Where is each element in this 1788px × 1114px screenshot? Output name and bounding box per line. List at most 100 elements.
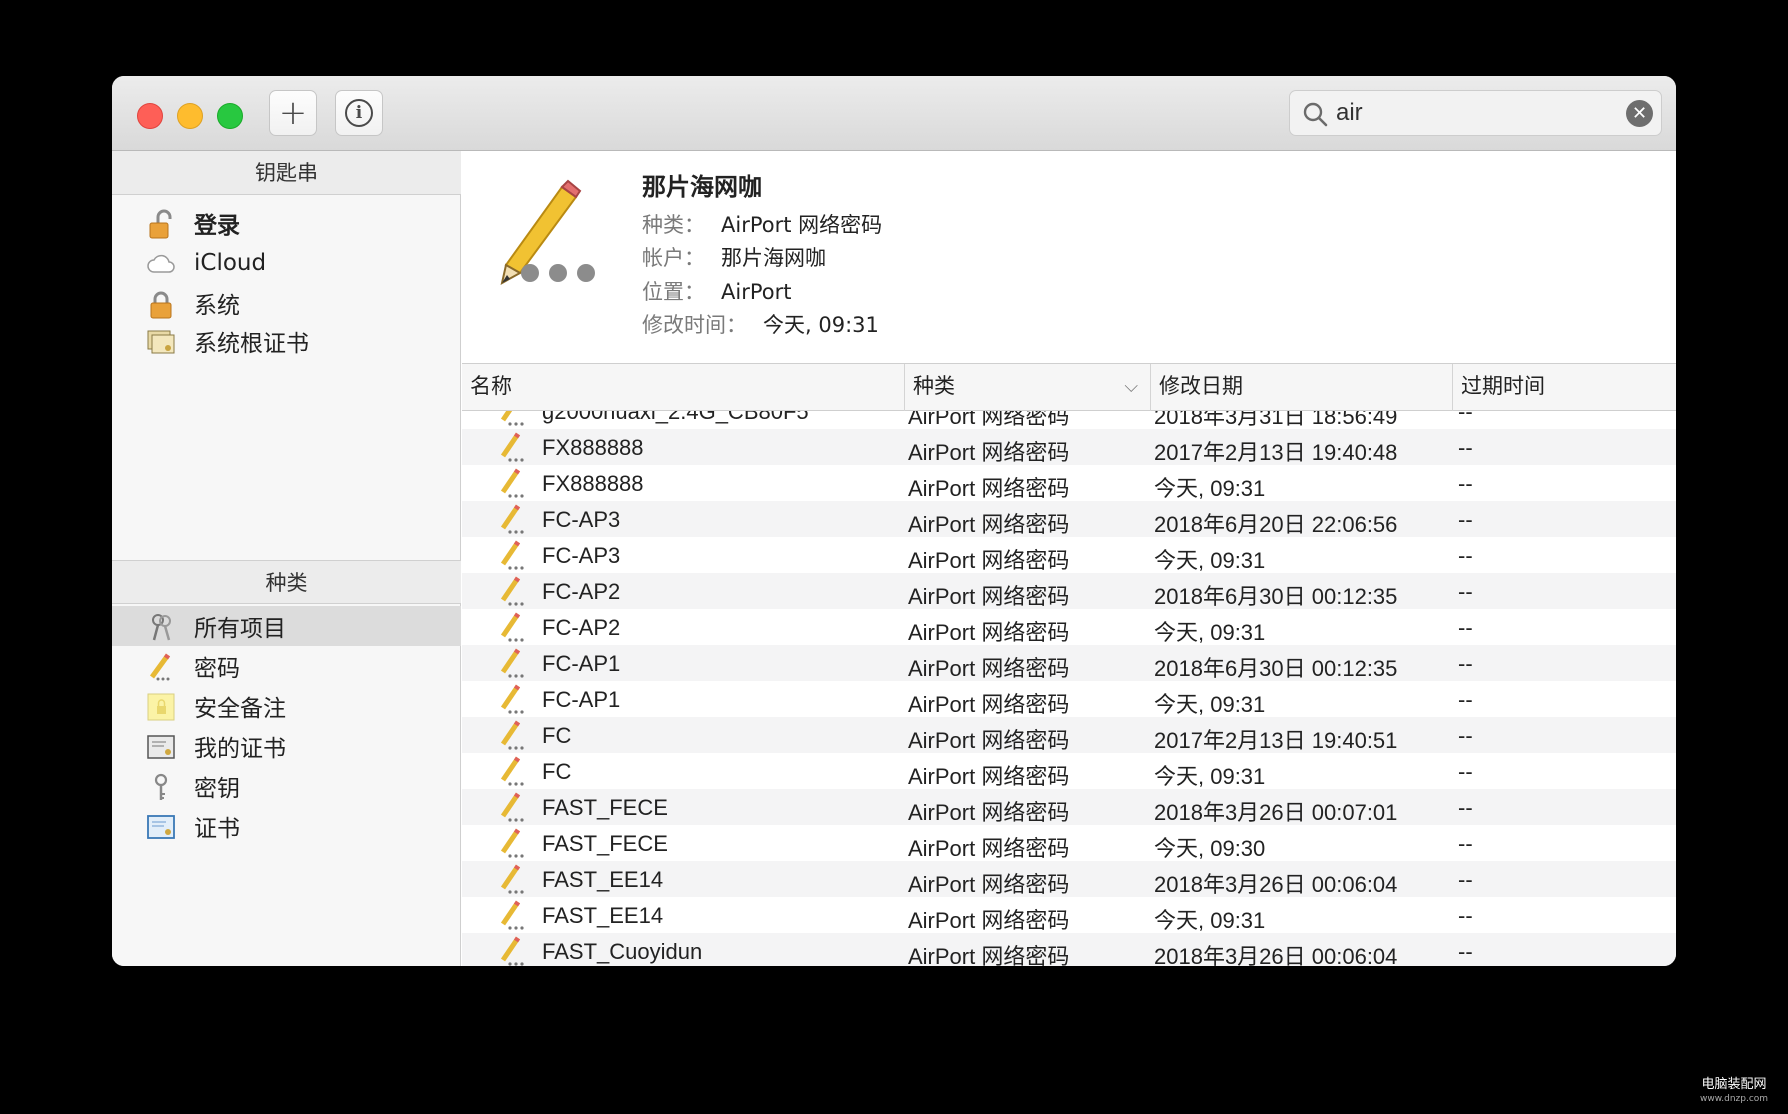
sidebar-item-label: 安全备注 xyxy=(194,696,286,722)
table-row[interactable]: FAST_EE14 AirPort 网络密码 2018年3月26日 00:06:04… xyxy=(462,861,1676,897)
table-row[interactable]: g2000huaxi_2.4G_CB80F5 AirPort 网络密码 2018年3… xyxy=(462,411,1676,429)
sidebar-item-system-roots[interactable]: 系统根证书 xyxy=(112,321,461,361)
cell-name: FC-AP1 xyxy=(542,651,621,676)
table-row[interactable]: FC-AP2 AirPort 网络密码 2018年6月30日 00:12:35 -- xyxy=(462,573,1676,609)
table-row[interactable]: FAST_FECE AirPort 网络密码 2018年3月26日 00:07:01… xyxy=(462,789,1676,825)
sidebar-item-my-certificates[interactable]: 我的证书 xyxy=(112,726,461,766)
password-pencil-icon xyxy=(500,684,524,714)
table-row[interactable]: FAST_EE14 AirPort 网络密码 今天, 09:31 -- xyxy=(462,897,1676,933)
sidebar-item-icloud[interactable]: iCloud xyxy=(112,243,461,283)
sidebar-item-passwords[interactable]: 密码 xyxy=(112,646,461,686)
column-header-kind-label: 种类 xyxy=(913,374,955,398)
cell-kind: AirPort 网络密码 xyxy=(908,764,1070,789)
search-icon xyxy=(1303,102,1328,127)
cell-expires: -- xyxy=(1458,903,1473,928)
sidebar-item-certificates[interactable]: 证书 xyxy=(112,806,461,846)
cell-name: FAST_EE14 xyxy=(542,903,664,928)
table-header: 名称 种类 ⌵ 修改日期 过期时间 xyxy=(462,364,1676,411)
detail-modified-row: 修改时间： 今天, 09:31 xyxy=(642,309,879,339)
sidebar-item-keys[interactable]: 密钥 xyxy=(112,766,461,806)
cell-name: FC-AP3 xyxy=(542,543,621,568)
get-info-button[interactable]: i xyxy=(335,90,383,136)
cell-name: FC xyxy=(542,759,572,784)
detail-modified-key: 修改时间： xyxy=(642,313,747,337)
table-row[interactable]: FX888888 AirPort 网络密码 2017年2月13日 19:40:48 -… xyxy=(462,429,1676,465)
table-row[interactable]: FAST_Cuoyidun AirPort 网络密码 2018年3月26日 00:0… xyxy=(462,933,1676,966)
table-row[interactable]: FC-AP1 AirPort 网络密码 2018年6月30日 00:12:35 -- xyxy=(462,645,1676,681)
sidebar-item-secure-notes[interactable]: 安全备注 xyxy=(112,686,461,726)
zoom-window-button[interactable] xyxy=(217,103,243,129)
cell-kind: AirPort 网络密码 xyxy=(908,800,1070,825)
password-pencil-icon xyxy=(149,653,171,681)
sidebar-item-login[interactable]: 登录 xyxy=(112,203,461,243)
table-row[interactable]: FC-AP3 AirPort 网络密码 今天, 09:31 -- xyxy=(462,537,1676,573)
cell-kind: AirPort 网络密码 xyxy=(908,872,1070,897)
cell-name: FAST_EE14 xyxy=(542,867,664,892)
column-header-name[interactable]: 名称 xyxy=(462,364,904,411)
cell-kind: AirPort 网络密码 xyxy=(908,512,1070,537)
cell-expires: -- xyxy=(1458,507,1473,532)
password-pencil-icon xyxy=(500,828,524,858)
password-pencil-icon xyxy=(500,612,524,642)
cell-name: FC-AP1 xyxy=(542,687,621,712)
secure-note-icon xyxy=(147,693,175,721)
close-window-button[interactable] xyxy=(137,103,163,129)
table-row[interactable]: FC-AP1 AirPort 网络密码 今天, 09:31 -- xyxy=(462,681,1676,717)
search-field[interactable]: ✕ xyxy=(1289,90,1662,136)
cell-expires: -- xyxy=(1458,615,1473,640)
cell-name: FAST_FECE xyxy=(542,831,668,856)
cell-kind: AirPort 网络密码 xyxy=(908,944,1070,966)
add-item-button[interactable]: + xyxy=(269,90,317,136)
cell-expires: -- xyxy=(1458,831,1473,856)
watermark: 电脑装配网 www.dnzp.com xyxy=(1700,1078,1768,1106)
cell-expires: -- xyxy=(1458,687,1473,712)
cell-name: FC xyxy=(542,723,572,748)
column-header-expires[interactable]: 过期时间 xyxy=(1452,364,1676,411)
plus-icon: + xyxy=(278,93,308,133)
category-header: 种类 xyxy=(112,560,461,604)
sidebar-item-all-items[interactable]: 所有项目 xyxy=(112,606,461,646)
cell-kind: AirPort 网络密码 xyxy=(908,656,1070,681)
column-header-date-modified[interactable]: 修改日期 xyxy=(1150,364,1452,411)
items-table: 名称 种类 ⌵ 修改日期 过期时间 g2000huaxi_2.4G_CB80F5 A… xyxy=(462,363,1676,966)
table-row[interactable]: FC AirPort 网络密码 今天, 09:31 -- xyxy=(462,753,1676,789)
cell-expires: -- xyxy=(1458,759,1473,784)
cell-name: FAST_Cuoyidun xyxy=(542,939,703,964)
password-pencil-icon xyxy=(500,411,524,426)
cell-kind: AirPort 网络密码 xyxy=(908,692,1070,717)
detail-kind-value: AirPort 网络密码 xyxy=(721,213,883,237)
table-row[interactable]: FC-AP2 AirPort 网络密码 今天, 09:31 -- xyxy=(462,609,1676,645)
table-row[interactable]: FX888888 AirPort 网络密码 今天, 09:31 -- xyxy=(462,465,1676,501)
cell-date-modified: 今天, 09:31 xyxy=(1154,548,1266,573)
cell-name: FX888888 xyxy=(542,435,644,460)
detail-where-key: 位置： xyxy=(642,280,705,304)
table-row[interactable]: FC AirPort 网络密码 2017年2月13日 19:40:51 -- xyxy=(462,717,1676,753)
sidebar-item-system[interactable]: 系统 xyxy=(112,283,461,323)
cell-name: g2000huaxi_2.4G_CB80F5 xyxy=(542,411,809,424)
detail-account-row: 帐户： 那片海网咖 xyxy=(642,242,826,272)
cell-expires: -- xyxy=(1458,411,1473,424)
search-input[interactable] xyxy=(1336,96,1616,130)
clear-search-icon[interactable]: ✕ xyxy=(1626,100,1653,127)
cell-kind: AirPort 网络密码 xyxy=(908,411,1070,429)
cell-kind: AirPort 网络密码 xyxy=(908,908,1070,933)
cell-date-modified: 今天, 09:31 xyxy=(1154,476,1266,501)
table-row[interactable]: FC-AP3 AirPort 网络密码 2018年6月20日 22:06:56 -- xyxy=(462,501,1676,537)
table-row[interactable]: FAST_FECE AirPort 网络密码 今天, 09:30 -- xyxy=(462,825,1676,861)
password-pencil-icon xyxy=(500,432,524,462)
cell-expires: -- xyxy=(1458,543,1473,568)
detail-kind-key: 种类： xyxy=(642,213,705,237)
sidebar-item-label: 密码 xyxy=(194,656,240,682)
sidebar-item-label: 系统 xyxy=(194,293,240,319)
cell-date-modified: 2017年2月13日 19:40:48 xyxy=(1154,440,1398,465)
cell-expires: -- xyxy=(1458,723,1473,748)
detail-account-value: 那片海网咖 xyxy=(721,246,826,270)
all-items-icon xyxy=(152,614,171,641)
sidebar-item-label: 所有项目 xyxy=(194,616,286,642)
password-pencil-icon xyxy=(500,720,524,750)
column-header-kind[interactable]: 种类 ⌵ xyxy=(904,364,1150,411)
cell-date-modified: 2018年6月20日 22:06:56 xyxy=(1154,512,1398,537)
minimize-window-button[interactable] xyxy=(177,103,203,129)
cell-expires: -- xyxy=(1458,939,1473,964)
cell-date-modified: 今天, 09:31 xyxy=(1154,692,1266,717)
